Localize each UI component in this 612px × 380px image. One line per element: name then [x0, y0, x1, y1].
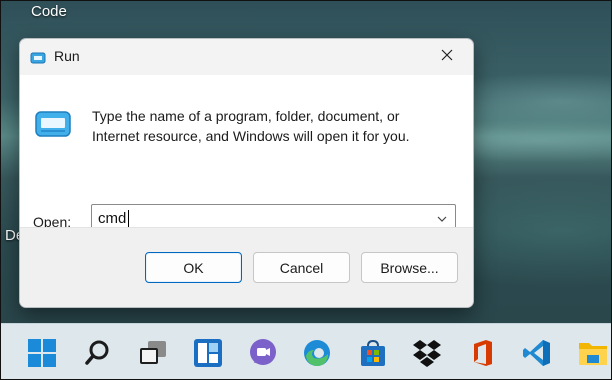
teams-chat-icon[interactable] — [245, 335, 281, 371]
run-icon — [30, 51, 46, 64]
microsoft-store-icon[interactable] — [355, 335, 391, 371]
chevron-down-icon — [437, 209, 447, 227]
dialog-footer: OK Cancel Browse... — [20, 227, 473, 307]
edge-icon[interactable] — [299, 335, 335, 371]
desktop-icon-label-code[interactable]: Code — [31, 3, 67, 20]
dropbox-icon[interactable] — [409, 335, 445, 371]
description-line-1: Type the name of a program, folder, docu… — [92, 108, 400, 124]
dialog-description: Type the name of a program, folder, docu… — [92, 106, 452, 146]
text-cursor — [128, 210, 129, 227]
run-program-icon — [35, 111, 71, 137]
ok-button[interactable]: OK — [145, 252, 242, 283]
close-icon — [441, 48, 453, 66]
dialog-content: Type the name of a program, folder, docu… — [20, 75, 473, 232]
title-bar[interactable]: Run — [20, 39, 473, 75]
start-icon[interactable] — [24, 335, 60, 371]
file-explorer-icon[interactable] — [575, 335, 611, 371]
dropdown-button[interactable] — [432, 208, 452, 228]
widgets-icon[interactable] — [190, 335, 226, 371]
vscode-icon[interactable] — [519, 335, 555, 371]
office-icon[interactable] — [465, 335, 501, 371]
task-view-icon[interactable] — [135, 335, 171, 371]
close-button[interactable] — [427, 43, 467, 71]
browse-button[interactable]: Browse... — [361, 252, 458, 283]
description-line-2: Internet resource, and Windows will open… — [92, 128, 410, 144]
taskbar — [1, 323, 611, 379]
cancel-button[interactable]: Cancel — [253, 252, 350, 283]
open-input[interactable] — [98, 209, 418, 227]
dialog-title: Run — [54, 48, 80, 64]
search-icon[interactable] — [80, 335, 116, 371]
run-dialog: Run Type the name of a program, folder, … — [19, 38, 474, 308]
screen: Code De Run Type the name of a program, … — [0, 0, 612, 380]
